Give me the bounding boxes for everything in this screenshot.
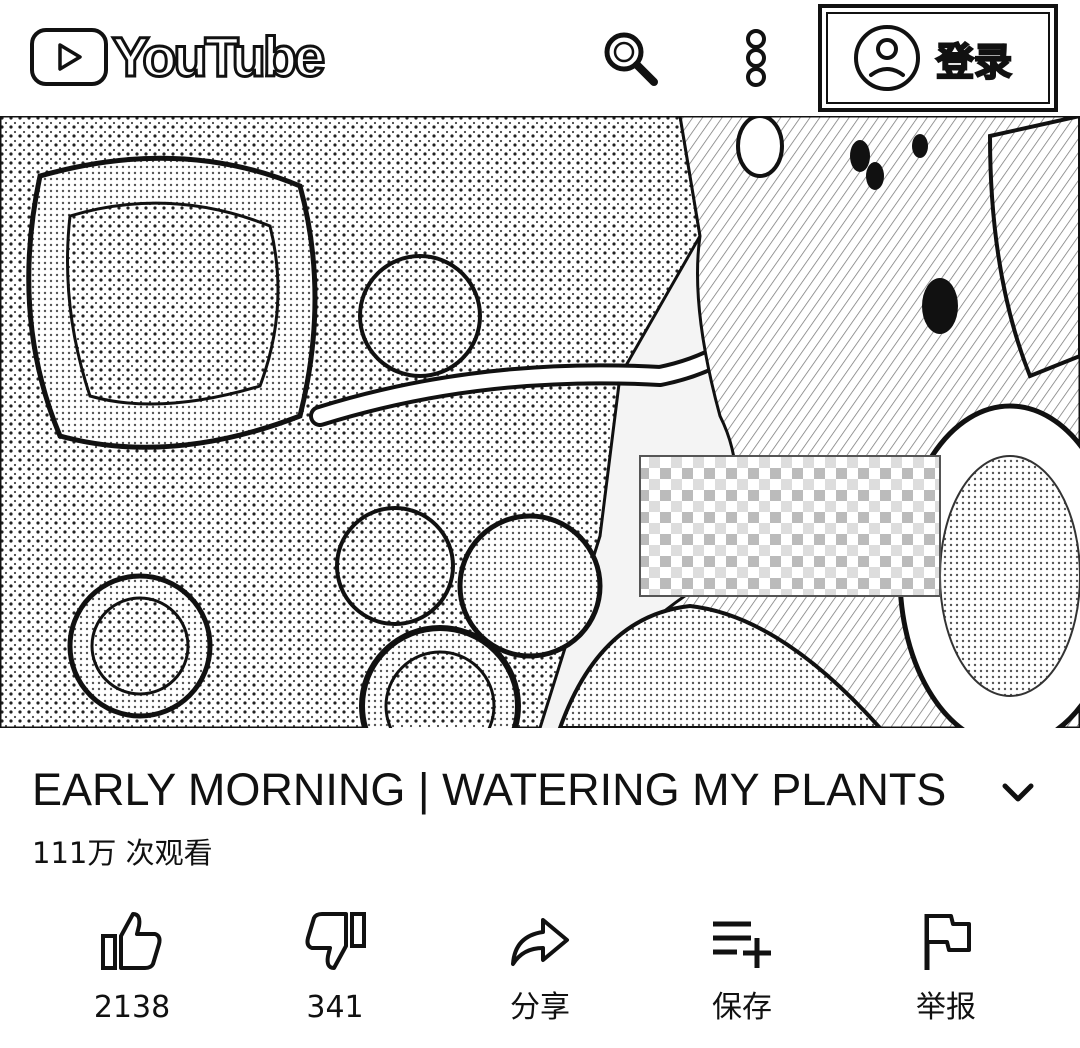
report-button[interactable]: 举报 (866, 900, 1026, 1040)
video-player[interactable] (0, 116, 1080, 728)
search-icon[interactable] (598, 26, 662, 90)
like-button[interactable]: 2138 (52, 900, 212, 1040)
video-thumbnail (0, 116, 1080, 728)
video-title: EARLY MORNING | WATERING MY PLANTS (32, 764, 947, 815)
share-label: 分享 (510, 990, 570, 1025)
view-count: 111万 次观看 (32, 836, 213, 870)
top-app-bar: YouTube 登录 (0, 0, 1080, 116)
report-label: 举报 (916, 990, 976, 1025)
flag-icon (924, 914, 971, 970)
thumb-up-icon (101, 912, 162, 970)
save-label: 保存 (712, 990, 772, 1025)
account-circle-icon (854, 25, 920, 91)
like-count: 2138 (93, 990, 171, 1025)
chevron-down-icon[interactable] (990, 768, 1046, 816)
youtube-logo[interactable]: YouTube (30, 25, 327, 88)
thumb-down-icon (305, 912, 366, 970)
action-bar: 2138 341 分享 保存 举报 (0, 900, 1080, 1040)
logo-text: YouTube (110, 25, 326, 88)
sign-in-label: 登录 (935, 39, 1013, 85)
sign-in-button[interactable]: 登录 (818, 4, 1058, 112)
dislike-button[interactable]: 341 (255, 900, 415, 1040)
save-button[interactable]: 保存 (662, 900, 822, 1040)
playlist-add-icon (713, 921, 771, 968)
play-icon (30, 28, 108, 86)
more-vertical-icon[interactable] (724, 26, 788, 90)
share-icon (511, 918, 569, 966)
share-button[interactable]: 分享 (460, 900, 620, 1040)
dislike-count: 341 (306, 990, 364, 1025)
